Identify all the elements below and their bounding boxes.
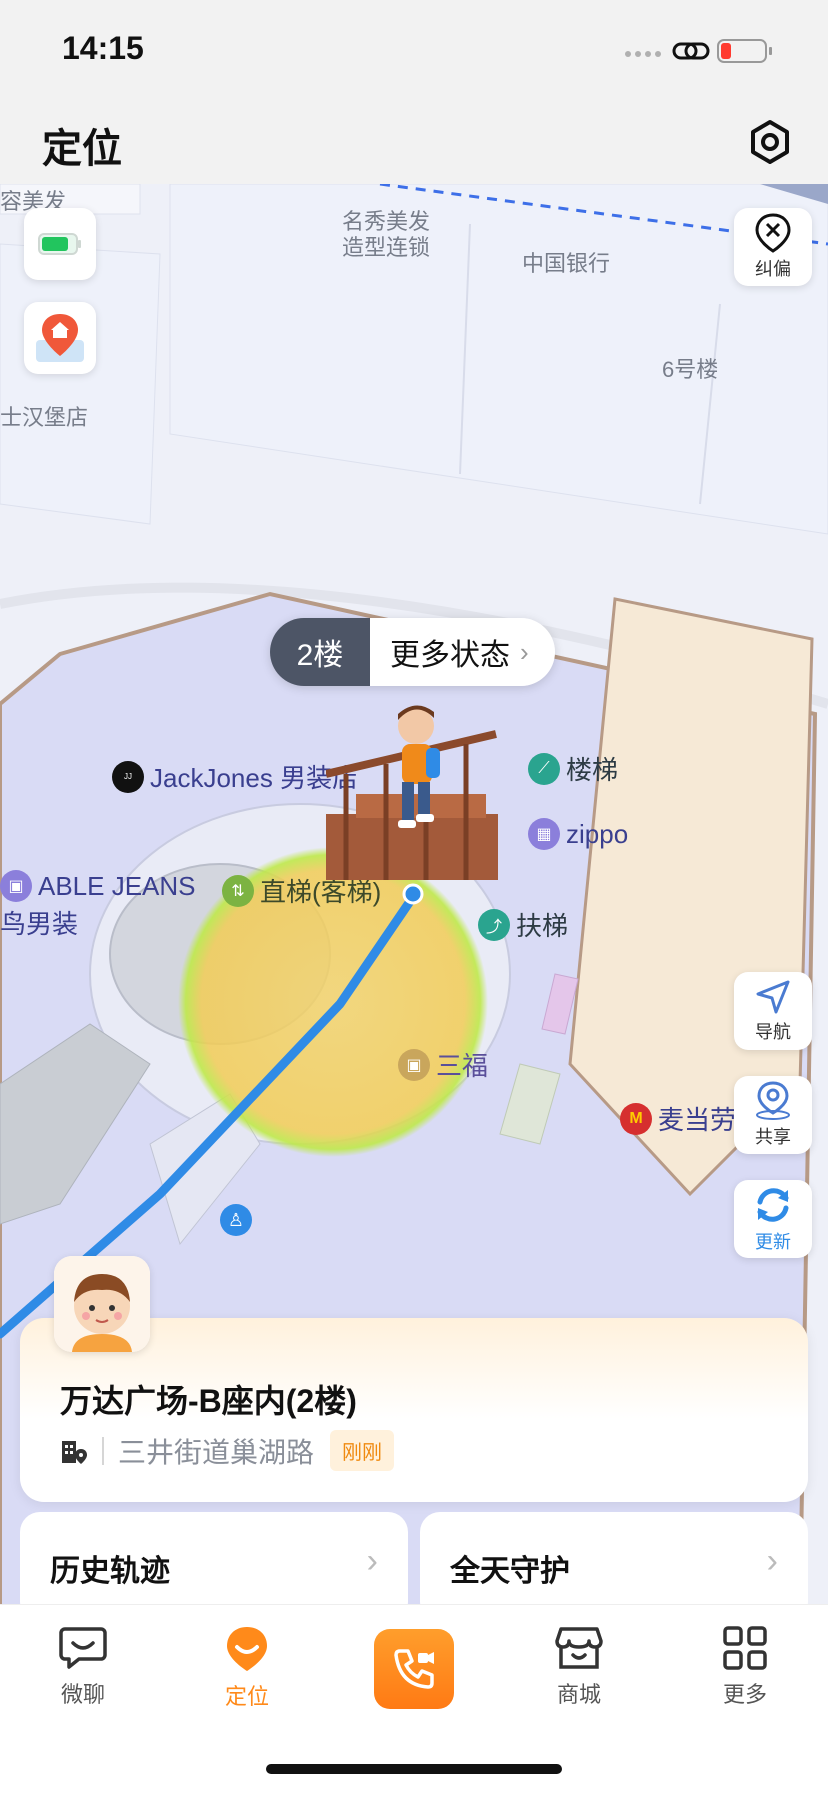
tab-more[interactable]: 更多: [690, 1625, 800, 1709]
gift-icon: ▦: [528, 818, 560, 850]
divider: [102, 1436, 104, 1465]
more-status-button[interactable]: 更多状态 ›: [370, 618, 555, 686]
home-location-button[interactable]: [24, 302, 96, 374]
tab-chat[interactable]: 微聊: [28, 1625, 138, 1709]
grid-icon: [723, 1626, 767, 1670]
shop-bag-icon: ▣: [398, 1048, 430, 1081]
battery-status-button[interactable]: [24, 208, 96, 280]
home-indicator: [266, 1764, 562, 1774]
tab-chat-label: 微聊: [60, 1682, 105, 1707]
refresh-label: 更新: [755, 1232, 791, 1252]
poi-able[interactable]: ▣ ABLE JEANS: [0, 870, 196, 902]
history-track-label: 历史轨迹: [50, 1555, 170, 1588]
poi-escalator[interactable]: ⤴ 扶梯: [478, 906, 568, 943]
chevron-right-icon: ›: [520, 636, 529, 667]
floor-label: 2楼: [270, 618, 370, 686]
poi-mcd[interactable]: M 麦当劳: [620, 1100, 736, 1137]
location-address-row: 三井街道巢湖路 刚刚: [60, 1430, 395, 1471]
page-title: 定位: [42, 127, 122, 171]
battery-full-icon: [38, 233, 81, 255]
location-address: 三井街道巢湖路: [118, 1436, 315, 1468]
poi-zippo-label: zippo: [566, 818, 629, 849]
status-time: 14:15: [62, 30, 144, 66]
poi-mcd-label: 麦当劳: [658, 1105, 737, 1135]
tab-mall[interactable]: 商城: [524, 1625, 634, 1709]
poi-jackjones[interactable]: JJ JackJones 男装店: [112, 758, 358, 795]
poi-zippo[interactable]: ▦ zippo: [528, 818, 628, 850]
restroom-icon: ♙: [220, 1204, 252, 1236]
refresh-icon: [757, 1188, 789, 1222]
tab-mall-label: 商城: [556, 1682, 601, 1707]
poi-stairs[interactable]: ⟋ 楼梯: [528, 750, 618, 787]
navigate-button[interactable]: 导航: [734, 972, 812, 1050]
floor-status-popup[interactable]: 2楼 更多状态 ›: [270, 618, 555, 686]
stairs-icon: ⟋: [528, 752, 560, 785]
phone-video-icon: [394, 1649, 434, 1689]
settings-button[interactable]: [746, 118, 794, 166]
navigate-label: 导航: [755, 1022, 791, 1042]
header: 定位: [0, 100, 828, 184]
tab-location[interactable]: 定位: [192, 1625, 302, 1711]
elevator-icon: ⇅: [222, 874, 254, 907]
child-avatar[interactable]: [54, 1256, 150, 1352]
map-label-burger: 士汉堡店: [0, 405, 89, 430]
shop-bag-icon: ▣: [0, 870, 32, 902]
more-status-label: 更多状态: [390, 639, 510, 672]
poi-sanfu[interactable]: ▣ 三福: [398, 1046, 488, 1083]
correct-location-label: 纠偏: [755, 259, 791, 279]
share-location-label: 共享: [755, 1127, 791, 1147]
poi-bird-label: 鸟男装: [0, 909, 79, 939]
poi-sanfu-label: 三福: [436, 1051, 489, 1081]
poi-escalator-label: 扶梯: [516, 911, 569, 941]
update-time-badge: 刚刚: [330, 1430, 395, 1471]
status-icons: [622, 32, 792, 68]
home-pin-icon: [36, 314, 84, 362]
signal-dots-icon: [625, 51, 661, 57]
video-call-button[interactable]: [374, 1629, 454, 1709]
mcdonalds-logo-icon: M: [620, 1102, 652, 1135]
location-title: 万达广场-B座内(2楼): [60, 1383, 357, 1419]
location-pin-icon: [227, 1627, 267, 1671]
navigation-arrow-icon: [756, 980, 790, 1014]
correct-pin-icon: [755, 213, 791, 253]
share-location-icon: [756, 1081, 790, 1120]
child-character-illustration: [325, 704, 502, 880]
chat-bubble-icon: [59, 1627, 107, 1669]
tab-more-label: 更多: [722, 1682, 767, 1707]
battery-icon: [717, 39, 772, 63]
escalator-icon: ⤴: [478, 908, 510, 941]
map-label-mingxiu-sub: 造型连锁: [342, 235, 431, 260]
poi-stairs-label: 楼梯: [566, 755, 619, 785]
refresh-location-button[interactable]: 更新: [734, 1180, 812, 1258]
building-pin-icon: [62, 1440, 87, 1464]
status-bar: 14:15: [0, 0, 828, 100]
correct-location-button[interactable]: 纠偏: [734, 208, 812, 286]
settings-icon: [751, 120, 789, 164]
map-label-building: 6号楼: [662, 357, 719, 382]
all-day-guard-label: 全天守护: [450, 1555, 570, 1588]
shop-icon: [555, 1627, 603, 1669]
link-icon: [672, 42, 710, 60]
store-logo-icon: JJ: [112, 760, 144, 793]
tab-location-label: 定位: [224, 1684, 269, 1709]
poi-able-label: ABLE JEANS: [38, 870, 196, 901]
map-label-bank: 中国银行: [522, 251, 611, 276]
chevron-right-icon: ›: [366, 1542, 378, 1580]
poi-bird[interactable]: 鸟男装: [0, 904, 78, 941]
chevron-right-icon: ›: [766, 1542, 778, 1580]
share-location-button[interactable]: 共享: [734, 1076, 812, 1154]
